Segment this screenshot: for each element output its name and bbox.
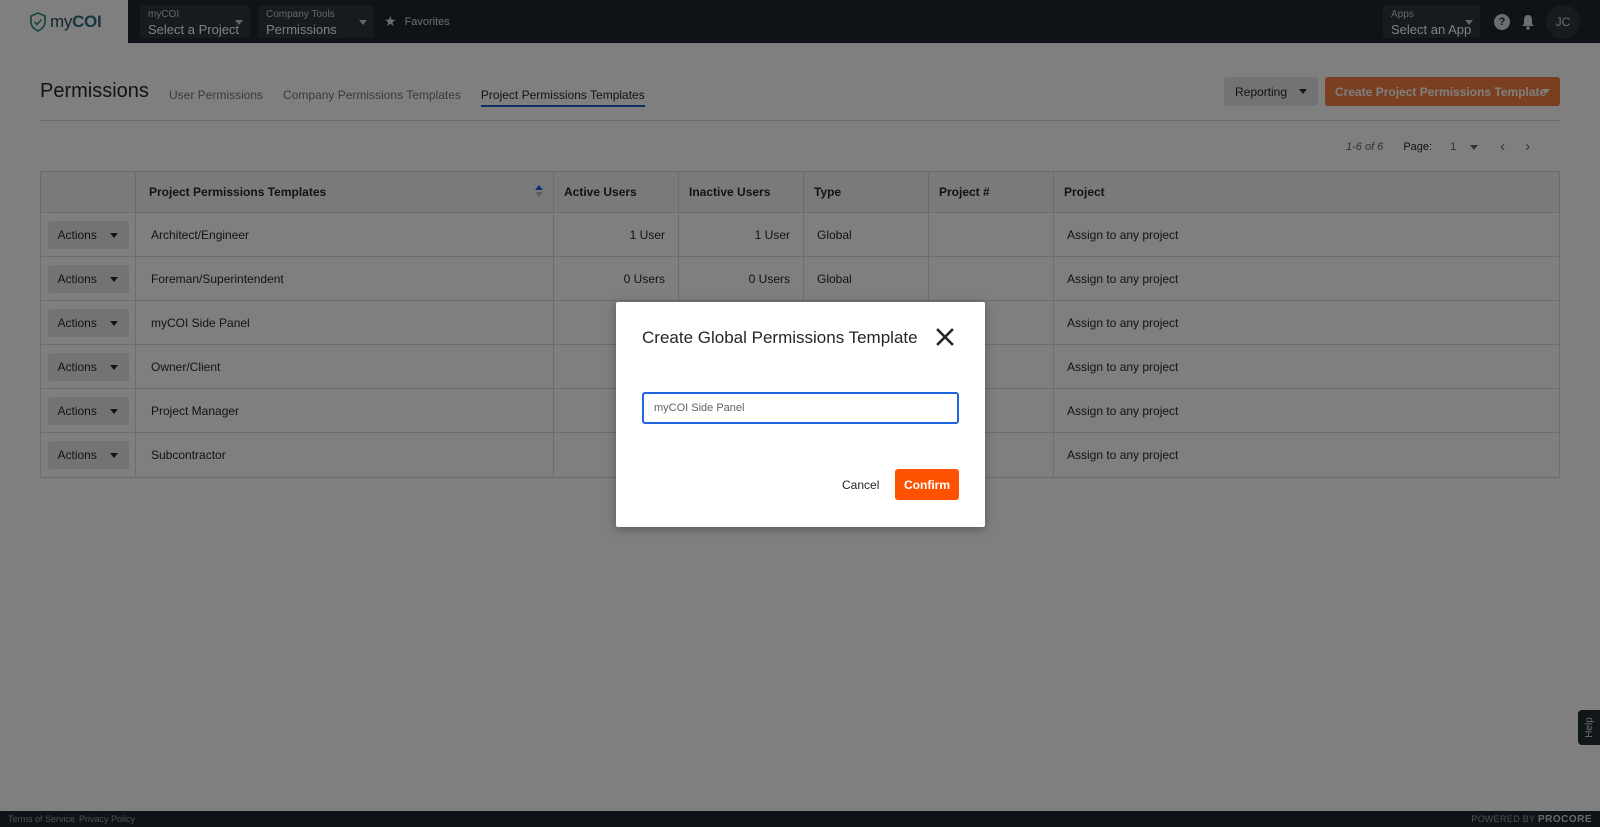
- template-name-input[interactable]: [642, 392, 959, 424]
- cancel-button[interactable]: Cancel: [842, 478, 879, 492]
- confirm-button[interactable]: Confirm: [895, 469, 959, 500]
- close-icon[interactable]: [935, 327, 955, 347]
- create-template-modal: Create Global Permissions Template Cance…: [616, 302, 985, 527]
- modal-title: Create Global Permissions Template: [642, 328, 918, 347]
